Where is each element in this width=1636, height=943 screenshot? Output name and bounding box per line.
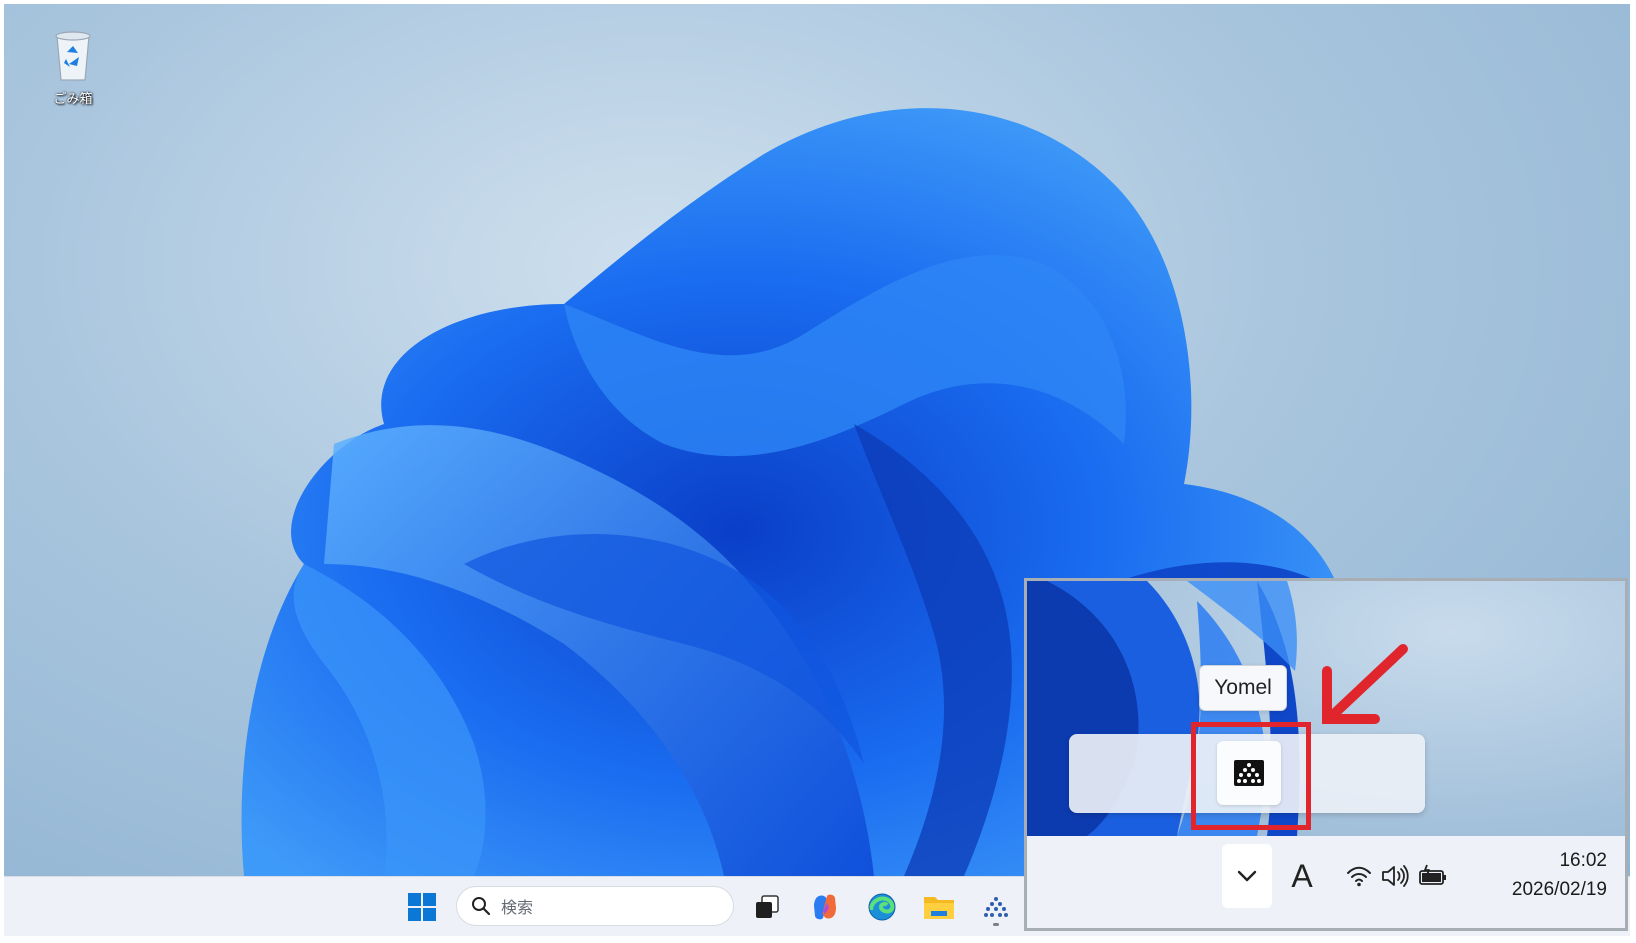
battery-charging-icon (1419, 864, 1446, 885)
recycle-bin-shortcut[interactable]: ごみ箱 (38, 26, 108, 116)
taskbar-search[interactable]: 検索 (456, 886, 734, 926)
zoom-inset: Yomel A 16:02 2026/02/19 (1024, 578, 1628, 931)
highlight-box (1191, 722, 1311, 830)
yomel-tooltip: Yomel (1199, 665, 1287, 711)
recycle-bin-icon (55, 31, 91, 81)
search-placeholder: 検索 (501, 898, 534, 917)
wifi-icon (1347, 866, 1371, 887)
task-view-icon (756, 895, 779, 918)
clock-time: 16:02 (1559, 850, 1607, 871)
yomel-icon (984, 897, 1008, 917)
ime-indicator[interactable]: A (1282, 844, 1322, 908)
edge-button[interactable] (861, 886, 903, 928)
copilot-button[interactable] (804, 886, 846, 928)
wifi-button[interactable] (1341, 858, 1377, 894)
show-hidden-icons-button[interactable] (1222, 844, 1272, 908)
recycle-bin-label: ごみ箱 (53, 92, 93, 107)
edge-icon (868, 893, 896, 921)
search-icon (472, 897, 491, 916)
start-button[interactable] (401, 886, 443, 928)
folder-icon (924, 897, 954, 919)
clock[interactable]: 16:02 2026/02/19 (1457, 846, 1607, 908)
file-explorer-button[interactable] (918, 886, 960, 928)
inset-taskbar: A 16:02 2026/02/19 (1027, 836, 1625, 928)
chevron-down-icon (1237, 870, 1257, 882)
task-view-button[interactable] (746, 886, 788, 928)
volume-button[interactable] (1377, 858, 1413, 894)
yomel-taskbar-button[interactable] (975, 886, 1017, 928)
pointer-arrow-icon (1322, 644, 1408, 724)
clock-date: 2026/02/19 (1511, 879, 1607, 900)
running-indicator (993, 923, 999, 926)
windows-logo-icon (408, 893, 436, 921)
volume-icon (1382, 865, 1409, 887)
battery-button[interactable] (1415, 858, 1451, 894)
copilot-icon (814, 894, 836, 920)
